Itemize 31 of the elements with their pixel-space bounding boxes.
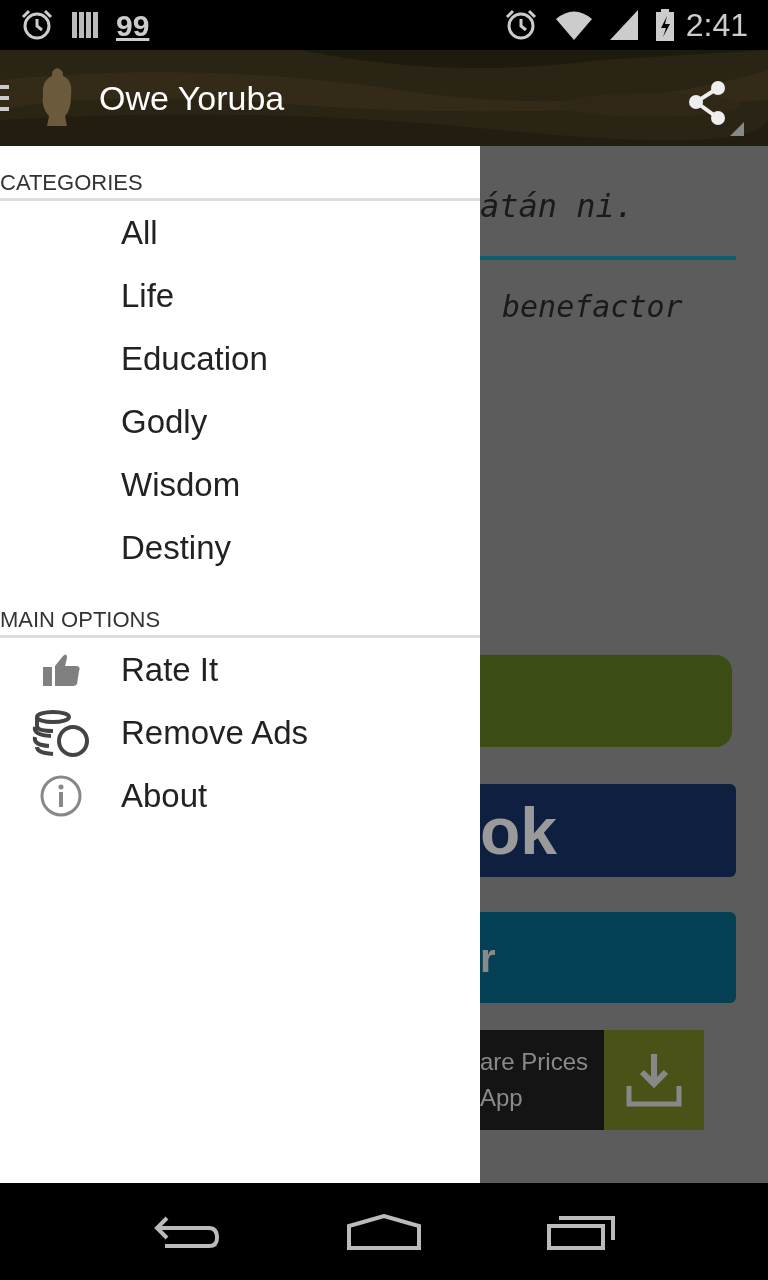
- clock: 2:41: [685, 6, 748, 45]
- share-icon[interactable]: [688, 80, 744, 136]
- drawer-item[interactable]: Education: [0, 327, 480, 390]
- drawer-item[interactable]: Godly: [0, 390, 480, 453]
- proverb-text: átán ni.: [480, 186, 636, 227]
- ad-text: App: [480, 1083, 524, 1113]
- alarm-icon: [503, 8, 538, 42]
- info-icon: [38, 773, 83, 818]
- drawer-item[interactable]: All: [0, 201, 480, 264]
- drawer-item[interactable]: Wisdom: [0, 453, 480, 516]
- app-title: Owe Yoruba: [99, 77, 285, 119]
- notification-count: 99: [116, 7, 150, 44]
- download-icon: [626, 1052, 682, 1108]
- recent-apps-icon[interactable]: [547, 1213, 615, 1250]
- section-header: MAIN OPTIONS: [0, 607, 480, 638]
- translation-text: benefactor: [502, 288, 684, 326]
- ad-text: are Prices: [480, 1047, 590, 1077]
- coins-icon: [30, 708, 91, 757]
- drawer-item[interactable]: Destiny: [0, 516, 480, 579]
- section-header: CATEGORIES: [0, 170, 480, 201]
- alarm-icon: [20, 8, 54, 42]
- drawer-item[interactable]: Remove Ads: [0, 701, 480, 764]
- signal-icon: [609, 10, 638, 40]
- home-icon[interactable]: [347, 1213, 421, 1250]
- drawer-item[interactable]: Rate It: [0, 638, 480, 701]
- thumbs-up-icon: [40, 651, 81, 688]
- drawer-item[interactable]: About: [0, 764, 480, 827]
- battery-icon: [655, 9, 674, 41]
- wifi-icon: [555, 10, 592, 40]
- drawer-item[interactable]: Life: [0, 264, 480, 327]
- menu-icon[interactable]: [0, 83, 9, 113]
